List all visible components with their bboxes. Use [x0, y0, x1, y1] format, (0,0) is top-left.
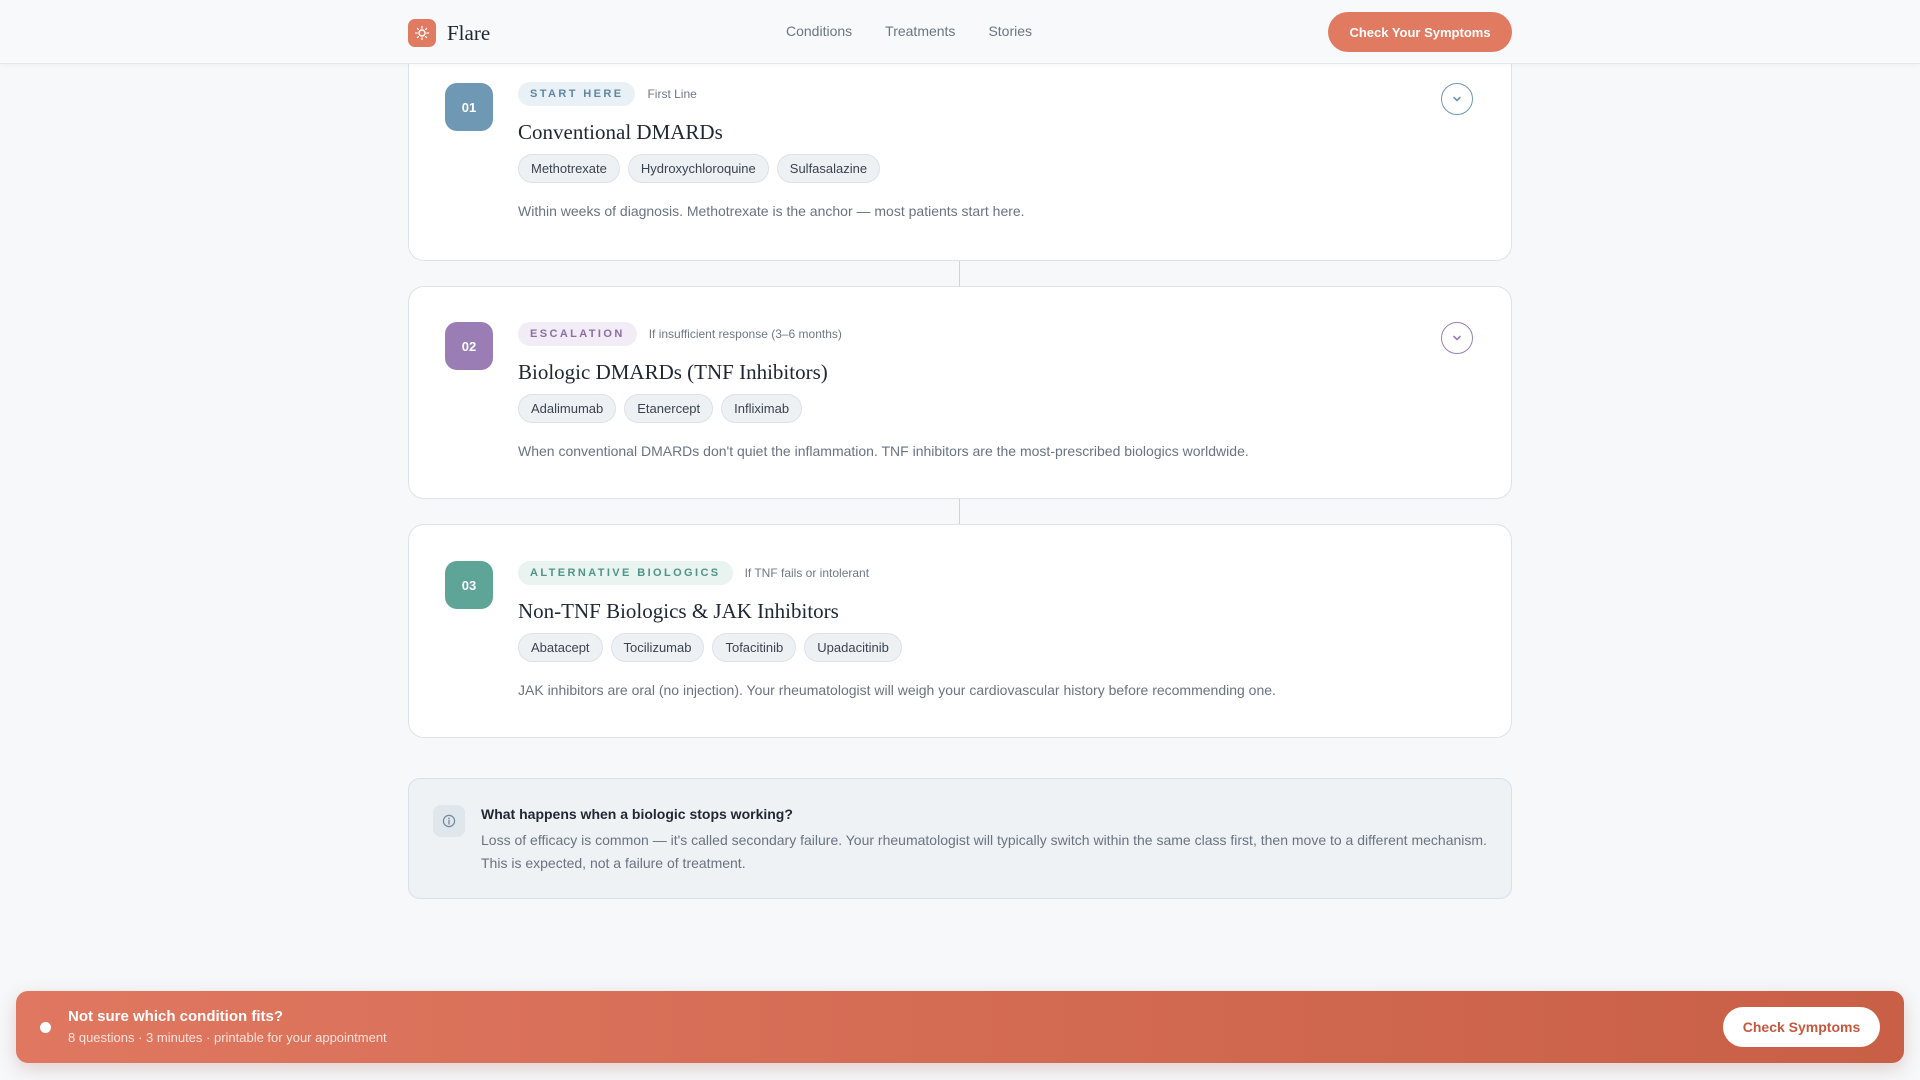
step-title: Non-TNF Biologics & JAK Inhibitors [518, 599, 839, 623]
symptom-check-banner: Not sure which condition fits? 8 questio… [16, 991, 1904, 1063]
flare-logo-icon [408, 19, 436, 47]
drug-pill[interactable]: Tofacitinib [712, 633, 797, 662]
chevron-down-icon [1453, 96, 1461, 102]
drug-pill[interactable]: Hydroxychloroquine [627, 154, 769, 183]
drug-pill[interactable]: Upadacitinib [804, 633, 902, 662]
brand-name: Flare [447, 20, 491, 45]
chevron-down-icon [1453, 335, 1461, 341]
check-symptoms-button[interactable]: Check Symptoms [1723, 1007, 1880, 1047]
drug-pill[interactable]: Sulfasalazine [776, 154, 881, 183]
step-number-badge: 03 [445, 561, 493, 609]
nav-treatments[interactable]: Treatments [885, 23, 955, 39]
treatment-step-3: 03 ALTERNATIVE BIOLOGICS If TNF fails or… [408, 524, 1512, 738]
info-icon [433, 805, 465, 837]
status-dot [40, 1022, 51, 1033]
stage-note: First Line [647, 87, 697, 101]
step-title: Biologic DMARDs (TNF Inhibitors) [518, 360, 828, 384]
brand-logo[interactable]: Flare [408, 19, 490, 47]
expand-step-button[interactable] [1441, 322, 1473, 354]
step-content: ALTERNATIVE BIOLOGICS If TNF fails or in… [518, 561, 1471, 698]
check-your-symptoms-button[interactable]: Check Your Symptoms [1328, 12, 1512, 52]
site-header: Flare Conditions Treatments Stories Chec… [0, 0, 1920, 64]
drug-list: Adalimumab Etanercept Infliximab [518, 394, 1471, 423]
stage-note: If TNF fails or intolerant [744, 566, 870, 580]
banner-subtitle: 8 questions · 3 minutes · printable for … [68, 1030, 387, 1045]
info-title: What happens when a biologic stops worki… [481, 806, 793, 822]
stage-tag: START HERE [518, 82, 636, 106]
nav-conditions[interactable]: Conditions [786, 23, 852, 39]
step-number-badge: 01 [445, 83, 493, 131]
nav-stories[interactable]: Stories [988, 23, 1032, 39]
treatment-step-2: 02 ESCALATION If insufficient response (… [408, 286, 1512, 499]
drug-pill[interactable]: Methotrexate [518, 154, 620, 183]
drug-pill[interactable]: Tocilizumab [610, 633, 705, 662]
drug-list: Methotrexate Hydroxychloroquine Sulfasal… [518, 154, 1471, 183]
stage-tag: ESCALATION [518, 322, 637, 346]
step-connector [959, 261, 960, 286]
step-content: START HERE First Line Conventional DMARD… [518, 82, 1471, 219]
expand-step-button[interactable] [1441, 83, 1473, 115]
stage-tag: ALTERNATIVE BIOLOGICS [518, 561, 733, 585]
step-description: When conventional DMARDs don't quiet the… [518, 443, 1249, 459]
step-content: ESCALATION If insufficient response (3–6… [518, 322, 1471, 459]
step-description: JAK inhibitors are oral (no injection). … [518, 682, 1276, 698]
drug-pill[interactable]: Infliximab [721, 394, 803, 423]
banner-title: Not sure which condition fits? [68, 1008, 283, 1025]
secondary-failure-info: What happens when a biologic stops worki… [408, 778, 1512, 899]
stage-note: If insufficient response (3–6 months) [648, 327, 842, 341]
step-number-badge: 02 [445, 322, 493, 370]
drug-pill[interactable]: Etanercept [624, 394, 714, 423]
drug-list: Abatacept Tocilizumab Tofacitinib Upadac… [518, 633, 1471, 662]
main-nav: Conditions Treatments Stories [786, 23, 1032, 39]
step-connector [959, 499, 960, 524]
step-title: Conventional DMARDs [518, 120, 723, 144]
treatment-step-1: 01 START HERE First Line Conventional DM… [408, 40, 1512, 261]
info-text: Loss of efficacy is common — it's called… [481, 832, 1487, 871]
step-description: Within weeks of diagnosis. Methotrexate … [518, 203, 1025, 219]
drug-pill[interactable]: Abatacept [518, 633, 603, 662]
drug-pill[interactable]: Adalimumab [518, 394, 617, 423]
